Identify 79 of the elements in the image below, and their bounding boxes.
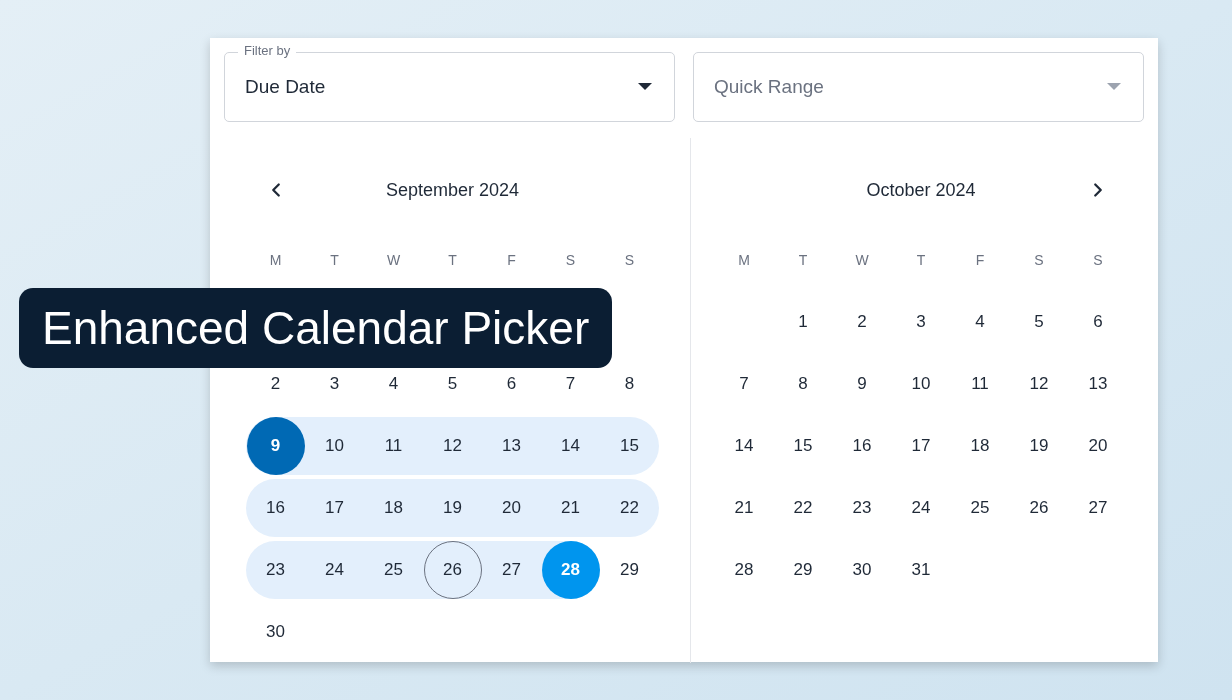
filter-select[interactable]: Quick Range <box>693 52 1144 122</box>
calendar-day[interactable]: 8 <box>796 373 810 395</box>
weekday-label: M <box>269 250 282 270</box>
calendar-day[interactable]: 31 <box>909 559 933 581</box>
calendar-day[interactable]: 3 <box>327 373 342 395</box>
calendar-day[interactable]: 30 <box>264 621 287 643</box>
weekday-label: S <box>624 250 635 270</box>
calendar-day[interactable]: 29 <box>791 559 815 581</box>
calendar-day[interactable]: 6 <box>504 373 519 395</box>
calendar-day[interactable]: 23 <box>264 559 287 581</box>
calendar-day[interactable]: 1 <box>796 311 810 333</box>
calendar-day[interactable]: 25 <box>968 497 992 519</box>
calendar-day[interactable]: 18 <box>968 435 992 457</box>
weekday-label: F <box>975 250 985 270</box>
calendar-day[interactable]: 13 <box>1086 373 1110 395</box>
month-title: September 2024 <box>384 178 521 202</box>
calendar-day[interactable]: 21 <box>732 497 756 519</box>
weekday-label: T <box>330 250 339 270</box>
calendar-day[interactable]: 24 <box>323 559 346 581</box>
calendar-day[interactable]: 29 <box>618 559 641 581</box>
calendar-day[interactable]: 14 <box>559 435 582 457</box>
calendar-day[interactable]: 28 <box>732 559 756 581</box>
calendar-day[interactable]: 3 <box>914 311 928 333</box>
calendar-day[interactable]: 18 <box>382 497 405 519</box>
calendar-day[interactable]: 10 <box>323 435 346 457</box>
calendar-day[interactable]: 14 <box>732 435 756 457</box>
weekday-label: T <box>916 250 926 270</box>
calendar-day[interactable]: 16 <box>264 497 287 519</box>
calendar-day[interactable]: 13 <box>500 435 523 457</box>
weekday-label: T <box>798 250 808 270</box>
calendar-day[interactable]: 22 <box>791 497 815 519</box>
weekday-label: T <box>448 250 457 270</box>
calendar-day[interactable]: 30 <box>850 559 874 581</box>
calendar-day[interactable]: 23 <box>850 497 874 519</box>
month-title: October 2024 <box>865 178 977 202</box>
calendar-day[interactable]: 17 <box>323 497 346 519</box>
calendar-day[interactable]: 5 <box>445 373 460 395</box>
calendar-day[interactable]: 4 <box>386 373 401 395</box>
calendar-day[interactable]: 2 <box>855 311 869 333</box>
calendar-day[interactable]: 20 <box>500 497 523 519</box>
title-banner: Enhanced Calendar Picker <box>19 288 613 368</box>
calendar-day[interactable]: 11 <box>969 373 991 395</box>
dropdown-caret-icon <box>638 83 652 91</box>
calendar-day[interactable]: 16 <box>850 435 874 457</box>
calendar-day[interactable]: 9 <box>855 373 869 395</box>
field-label: Filter by <box>238 43 297 59</box>
calendar-day[interactable]: 15 <box>791 435 815 457</box>
calendar-day[interactable]: 11 <box>382 435 405 457</box>
calendar-day[interactable]: 21 <box>559 497 582 519</box>
calendar-day[interactable]: 15 <box>618 435 641 457</box>
calendar-day[interactable]: 19 <box>1027 435 1051 457</box>
weekday-label: S <box>565 250 576 270</box>
weekday-label: W <box>855 250 869 270</box>
weekday-label: S <box>1093 250 1103 270</box>
calendar-day[interactable]: 12 <box>441 435 464 457</box>
weekday-label: W <box>386 250 401 270</box>
calendar-day[interactable]: 22 <box>618 497 641 519</box>
calendar-day[interactable]: 7 <box>737 373 751 395</box>
calendar-day[interactable]: 17 <box>909 435 933 457</box>
weekday-label: S <box>1034 250 1044 270</box>
weekday-label: M <box>738 250 750 270</box>
calendar-day[interactable]: 27 <box>500 559 523 581</box>
calendar-day[interactable]: 25 <box>382 559 405 581</box>
calendar-day[interactable]: 2 <box>268 373 283 395</box>
calendar-day[interactable]: 7 <box>563 373 578 395</box>
calendar-day[interactable]: 27 <box>1086 497 1110 519</box>
calendar-day[interactable]: 4 <box>973 311 987 333</box>
calendar-day[interactable]: 24 <box>909 497 933 519</box>
calendar-day[interactable]: 26 <box>1027 497 1051 519</box>
calendar-day[interactable]: 9 <box>246 417 305 475</box>
calendar-day[interactable]: 8 <box>622 373 637 395</box>
calendar-day[interactable]: 6 <box>1091 311 1105 333</box>
calendar-day[interactable]: 10 <box>909 373 933 395</box>
weekday-label: F <box>507 250 516 270</box>
dropdown-caret-icon <box>1107 83 1121 91</box>
calendar-day[interactable]: 12 <box>1027 373 1051 395</box>
calendar-day[interactable]: 19 <box>441 497 464 519</box>
calendar-day[interactable]: 5 <box>1032 311 1046 333</box>
calendar-day[interactable]: 20 <box>1086 435 1110 457</box>
